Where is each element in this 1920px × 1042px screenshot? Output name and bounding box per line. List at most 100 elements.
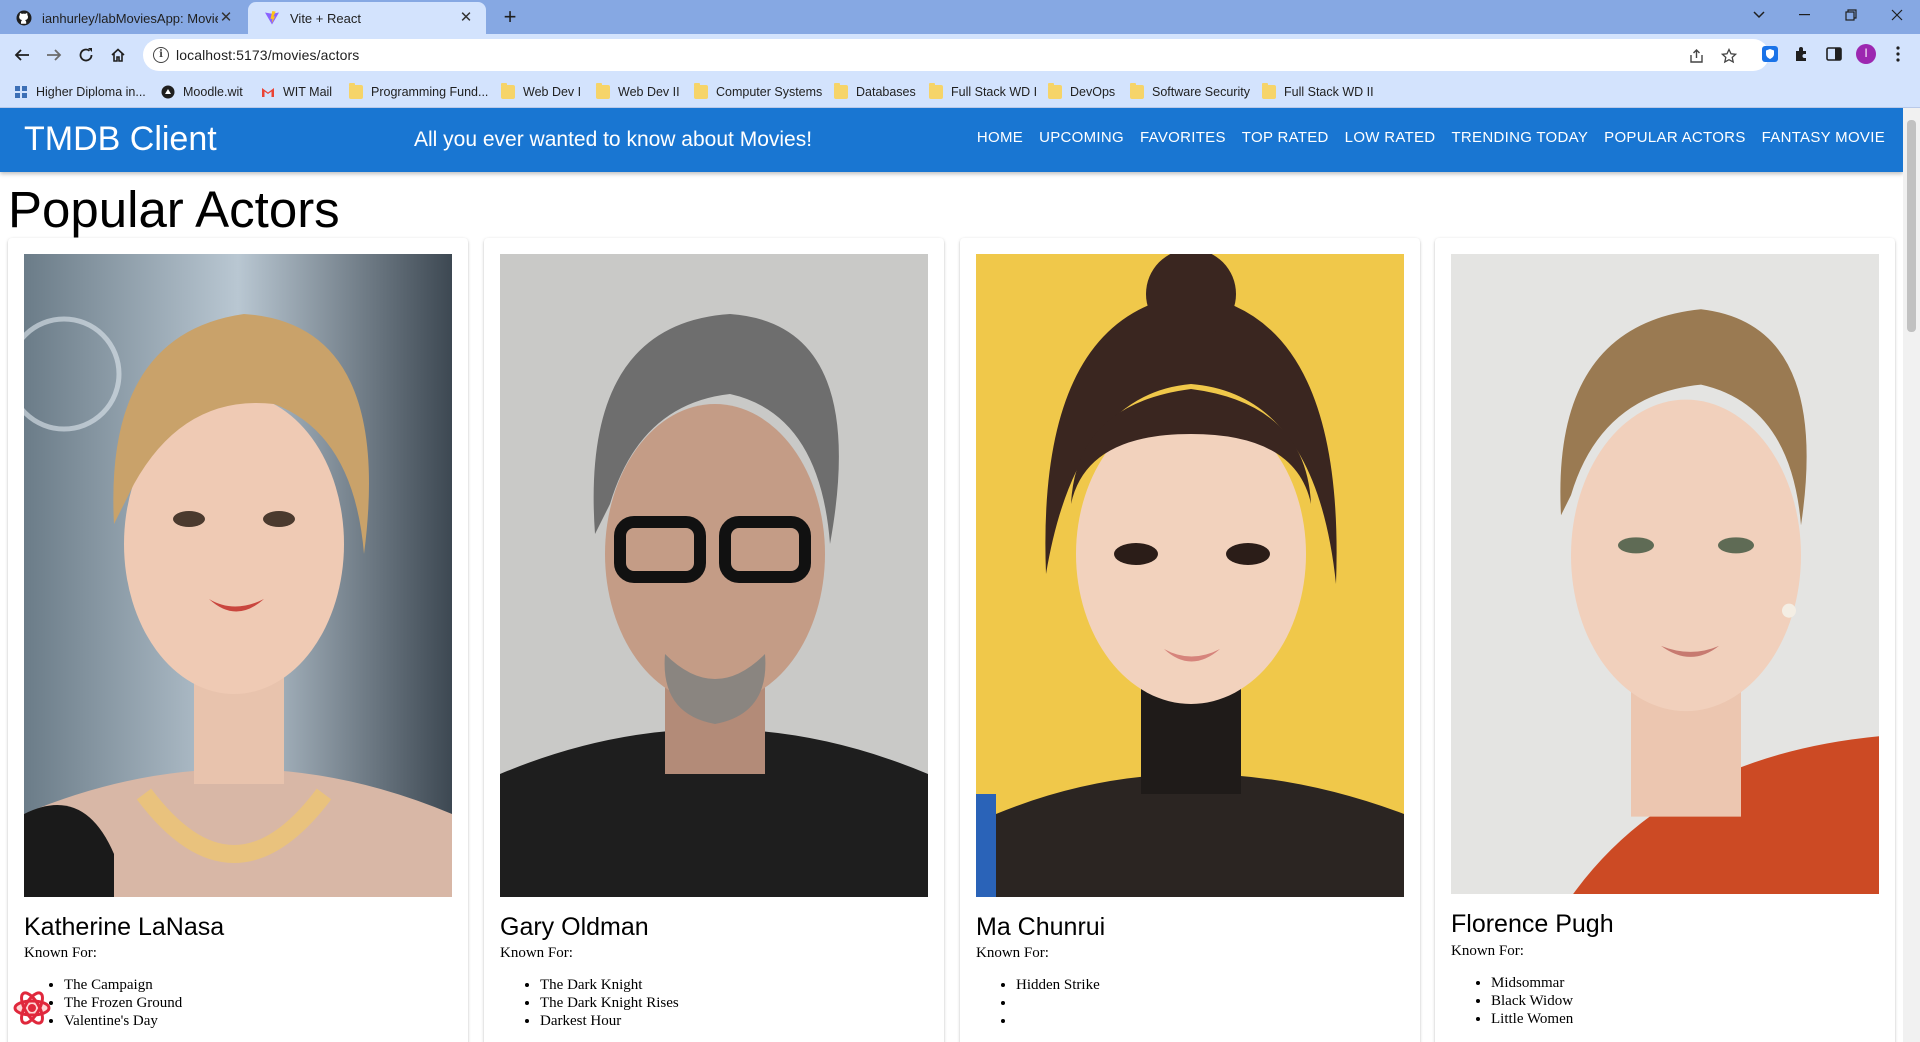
bookmark-label: Web Dev II [618,85,680,99]
folder-icon [694,83,708,99]
nav-low-rated[interactable]: Low Rated [1345,129,1436,146]
list-item: Little Women [1491,1010,1573,1028]
actor-name: Florence Pugh [1451,910,1614,938]
page-scrollbar[interactable] [1903,108,1920,1042]
folder-icon [349,83,363,99]
bookmark-label: Web Dev I [523,85,582,99]
restore-icon[interactable] [1828,0,1874,30]
nav-favorites[interactable]: Favorites [1140,129,1226,146]
star-icon[interactable] [1720,47,1738,65]
bookmark-programming[interactable]: Programming Fund... [349,83,488,101]
close-icon[interactable]: ✕ [218,10,234,26]
bookmark-computer-systems[interactable]: Computer Systems [694,83,822,101]
bookmark-full-stack-2[interactable]: Full Stack WD II [1262,83,1374,101]
list-item: The Dark Knight [540,976,679,994]
known-for-list: The Dark Knight The Dark Knight Rises Da… [540,976,679,1030]
known-for-list: The Campaign The Frozen Ground Valentine… [64,976,182,1030]
browser-tab-github[interactable]: ianhurley/labMoviesApp: Movie ✕ [0,2,246,34]
actor-card[interactable]: Ma Chunrui Known For: Hidden Strike [960,238,1420,1042]
new-tab-button[interactable]: + [496,4,524,32]
actor-card[interactable]: Gary Oldman Known For: The Dark Knight T… [484,238,944,1042]
bookmark-software-security[interactable]: Software Security [1130,83,1250,101]
bookmark-moodle[interactable]: Moodle.wit [161,83,243,101]
nav-trending-today[interactable]: Trending Today [1451,129,1588,146]
bookmark-wit-mail[interactable]: WIT Mail [261,83,332,101]
list-item: The Frozen Ground [64,994,182,1012]
list-item [1016,994,1100,1012]
bookmark-devops[interactable]: DevOps [1048,83,1115,101]
actor-photo[interactable] [500,254,928,897]
app-header: TMDB Client All you ever wanted to know … [0,108,1903,172]
actor-photo[interactable] [24,254,452,897]
profile-avatar[interactable]: I [1856,44,1876,64]
actor-card[interactable]: Katherine LaNasa Known For: The Campaign… [8,238,468,1042]
back-icon[interactable] [8,41,36,69]
bookmark-label: Full Stack WD II [1284,85,1374,99]
password-manager-icon[interactable] [1760,44,1780,64]
actor-name: Gary Oldman [500,913,649,941]
bookmark-higher-diploma[interactable]: Higher Diploma in... [14,83,146,101]
side-panel-icon[interactable] [1824,44,1844,64]
github-icon [16,10,32,26]
list-item: The Dark Knight Rises [540,994,679,1012]
list-item: Darkest Hour [540,1012,679,1030]
folder-icon [596,83,610,99]
profile-initial: I [1864,46,1868,60]
nav-upcoming[interactable]: Upcoming [1039,129,1124,146]
tab-title: ianhurley/labMoviesApp: Movie [42,10,218,26]
nav-fantasy-movie[interactable]: Fantasy Movie [1762,129,1885,146]
site-info-icon[interactable]: i [153,47,169,63]
list-item: Midsommar [1491,974,1573,992]
actor-card[interactable]: Florence Pugh Known For: Midsommar Black… [1435,238,1895,1042]
tab-search-icon[interactable] [1736,0,1782,30]
bookmark-label: Software Security [1152,85,1250,99]
list-item: Hidden Strike [1016,976,1100,994]
known-for-label: Known For: [1451,943,1524,959]
react-query-devtools-icon[interactable] [12,988,52,1028]
share-icon[interactable] [1688,47,1706,65]
folder-icon [929,83,943,99]
bookmark-web-dev-2[interactable]: Web Dev II [596,83,680,101]
tab-title: Vite + React [290,10,361,26]
actor-name: Ma Chunrui [976,913,1106,941]
gmail-icon [262,88,274,97]
close-window-icon[interactable] [1874,0,1920,30]
actor-name: Katherine LaNasa [24,913,225,941]
page-title: Popular Actors [8,181,340,238]
address-bar[interactable]: i localhost:5173/movies/actors [143,39,1769,71]
moodle-icon [161,85,175,99]
folder-icon [501,83,515,99]
folder-icon [1262,83,1276,99]
actor-photo[interactable] [976,254,1404,897]
list-item [1016,1012,1100,1030]
extensions-icon[interactable] [1792,44,1812,64]
close-icon[interactable]: ✕ [458,10,474,26]
bookmark-label: Moodle.wit [183,85,243,99]
tagline: All you ever wanted to know about Movies… [414,128,813,151]
minimize-icon[interactable] [1782,0,1828,30]
bookmark-label: Databases [856,85,916,99]
url-text: localhost:5173/movies/actors [176,47,360,63]
bookmark-label: Higher Diploma in... [36,85,146,99]
list-item: The Campaign [64,976,182,994]
nav-top-rated[interactable]: Top Rated [1242,129,1329,146]
home-icon[interactable] [104,41,132,69]
browser-tab-vite[interactable]: Vite + React ✕ [248,2,486,34]
bookmark-databases[interactable]: Databases [834,83,916,101]
menu-icon[interactable] [1888,44,1908,64]
scrollbar-thumb[interactable] [1907,120,1916,332]
list-item: Black Widow [1491,992,1573,1010]
nav-home[interactable]: Home [977,129,1023,146]
actor-photo[interactable] [1451,254,1879,894]
main-nav: Home Upcoming Favorites Top Rated Low Ra… [961,129,1885,146]
reload-icon[interactable] [72,41,100,69]
forward-icon[interactable] [40,41,68,69]
nav-popular-actors[interactable]: Popular Actors [1604,129,1745,146]
bookmark-web-dev-1[interactable]: Web Dev I [501,83,581,101]
brand-title: TMDB Client [24,120,217,158]
bookmark-full-stack-1[interactable]: Full Stack WD I [929,83,1037,101]
browser-toolbar: i localhost:5173/movies/actors I [0,34,1920,76]
list-item: Valentine's Day [64,1012,182,1030]
folder-icon [1130,83,1144,99]
bookmark-label: DevOps [1070,85,1116,99]
